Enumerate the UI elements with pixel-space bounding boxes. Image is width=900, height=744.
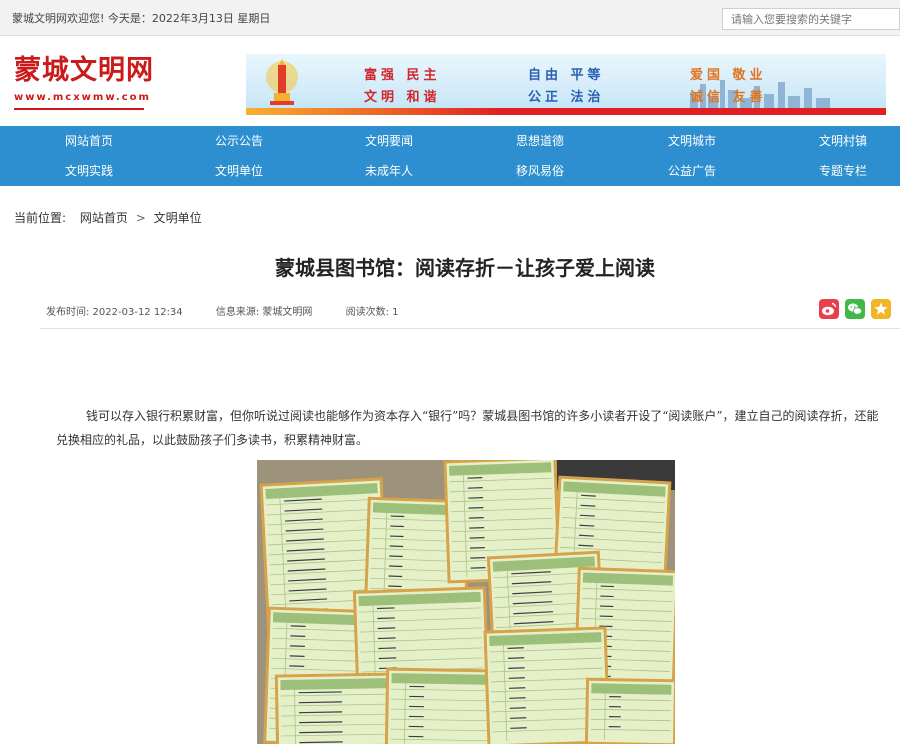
breadcrumb-separator: >: [135, 211, 146, 225]
site-url: www.mcxwmw.com: [14, 92, 151, 103]
nav-item-ethics[interactable]: 思想道德: [465, 126, 615, 156]
nav-item-topics[interactable]: 专题专栏: [768, 156, 900, 186]
nav-item-minors[interactable]: 未成年人: [314, 156, 464, 186]
search-input[interactable]: [722, 8, 900, 30]
value-freedom-equality: 自由 平等: [528, 68, 605, 83]
value-justice-rule-of-law: 公正 法治: [528, 90, 605, 105]
nav-item-civilized-city[interactable]: 文明城市: [617, 126, 767, 156]
nav-item-announcements[interactable]: 公示公告: [164, 126, 314, 156]
site-header: 蒙城文明网 www.mcxwmw.com 富强 民主 文明 和谐 自由 平等 公…: [0, 36, 900, 126]
value-integrity-friendship: 诚信 友善: [690, 90, 767, 105]
nav-item-practice[interactable]: 文明实践: [14, 156, 164, 186]
value-prosperity-democracy: 富强 民主: [364, 68, 441, 83]
site-logo[interactable]: 蒙城文明网: [14, 48, 154, 87]
nav-item-civilized-villages[interactable]: 文明村镇: [768, 126, 900, 156]
top-bar: 蒙城文明网欢迎您! 今天是：2022年3月13日 星期日: [0, 0, 900, 36]
breadcrumb: 当前位置: 网站首页 > 文明单位: [14, 209, 202, 226]
core-values-banner: 富强 民主 文明 和谐 自由 平等 公正 法治 爱国 敬业 诚信 友善: [246, 54, 886, 115]
banner-stripe: [246, 108, 886, 115]
publish-time: 发布时间: 2022-03-12 12:34: [46, 307, 183, 318]
logo-underline: [14, 108, 144, 110]
wechat-share-button[interactable]: [845, 299, 865, 319]
nav-item-home[interactable]: 网站首页: [14, 126, 164, 156]
value-patriotism-dedication: 爱国 敬业: [690, 68, 767, 83]
weibo-icon: [822, 302, 837, 316]
star-icon: [874, 302, 888, 315]
info-source: 信息来源: 蒙城文明网: [215, 307, 313, 318]
nav-item-customs[interactable]: 移风易俗: [465, 156, 615, 186]
wechat-icon: [848, 303, 863, 315]
favorite-button[interactable]: [871, 299, 891, 319]
article-photo: [257, 460, 675, 744]
welcome-text: 蒙城文明网欢迎您! 今天是：2022年3月13日 星期日: [12, 12, 271, 25]
breadcrumb-label: 当前位置:: [14, 211, 67, 225]
view-count: 阅读次数: 1: [345, 307, 399, 318]
emblem-icon: [266, 59, 298, 105]
article-paragraph: 钱可以存入银行积累财富，但你听说过阅读也能够作为资本存入“银行”吗？蒙城县图书馆…: [56, 409, 879, 447]
nav-item-public-ads[interactable]: 公益广告: [617, 156, 767, 186]
nav-item-news[interactable]: 文明要闻: [314, 126, 464, 156]
article-title: 蒙城县图书馆：阅读存折－让孩子爱上阅读: [275, 256, 655, 280]
main-nav: 网站首页 公示公告 文明要闻 思想道德 文明城市 文明村镇 文明实践 文明单位 …: [0, 126, 900, 186]
weibo-share-button[interactable]: [819, 299, 839, 319]
breadcrumb-home[interactable]: 网站首页: [80, 211, 128, 225]
breadcrumb-current[interactable]: 文明单位: [154, 211, 202, 225]
nav-item-civilized-units[interactable]: 文明单位: [164, 156, 314, 186]
article-meta: 发布时间: 2022-03-12 12:34 信息来源: 蒙城文明网 阅读次数:…: [46, 303, 429, 318]
meta-divider: [40, 328, 900, 329]
value-civility-harmony: 文明 和谐: [364, 90, 441, 105]
